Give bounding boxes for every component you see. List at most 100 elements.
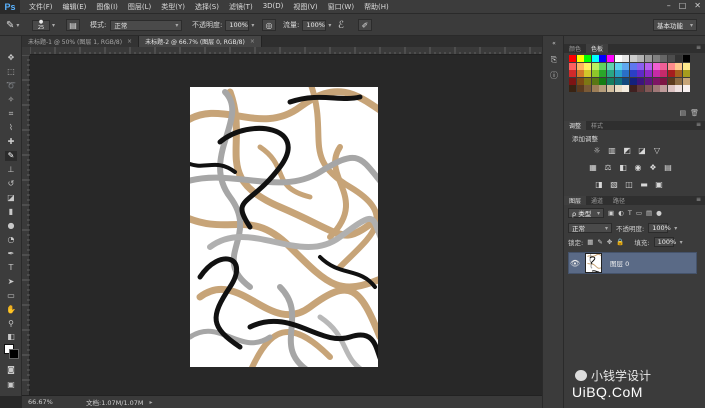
pressure-size-icon[interactable]: ✐ [358, 19, 372, 31]
eyedropper-tool-icon[interactable]: ⌇ [5, 123, 17, 133]
color-swatch[interactable] [599, 55, 607, 62]
color-swatch[interactable] [591, 62, 599, 70]
tab-layers[interactable]: 图层 [564, 196, 587, 205]
collapse-dock-icon[interactable]: « [548, 38, 560, 49]
crop-tool-icon[interactable]: ⌗ [5, 109, 17, 119]
color-swatch[interactable] [652, 77, 660, 85]
vibrance-icon[interactable]: ▽ [652, 146, 662, 155]
menu-item[interactable]: 窗口(W) [323, 2, 359, 12]
color-swatch[interactable] [599, 70, 607, 78]
canvas-area[interactable] [30, 55, 542, 395]
color-swatch[interactable] [682, 77, 690, 85]
close-button[interactable]: ✕ [694, 1, 701, 10]
color-swatch[interactable] [667, 77, 675, 85]
menu-item[interactable]: 视图(V) [288, 2, 322, 12]
color-swatch[interactable] [599, 62, 607, 70]
color-swatch[interactable] [591, 70, 599, 78]
minimize-button[interactable]: – [667, 1, 671, 10]
menu-item[interactable]: 图层(L) [123, 2, 156, 12]
color-swatch[interactable] [614, 77, 622, 85]
color-swatch[interactable] [660, 77, 668, 85]
menu-item[interactable]: 文件(F) [24, 2, 58, 12]
curves-icon[interactable]: ◩ [622, 146, 632, 155]
color-swatch[interactable] [667, 85, 675, 93]
pressure-opacity-icon[interactable]: ◎ [262, 19, 276, 31]
brush-size-picker[interactable]: ● 25 ▾ [32, 19, 55, 31]
color-swatch[interactable] [584, 70, 592, 78]
color-swatch[interactable] [569, 85, 576, 93]
color-swatch[interactable] [606, 55, 614, 62]
filter-shape-icon[interactable]: ▭ [636, 209, 642, 217]
delete-swatch-icon[interactable]: 🗑 [690, 109, 699, 117]
menu-item[interactable]: 类型(Y) [156, 2, 190, 12]
color-swatch[interactable] [652, 62, 660, 70]
layer-opacity-dropdown-icon[interactable]: ▾ [674, 225, 677, 232]
layer-opacity-input[interactable]: 100% [648, 223, 671, 233]
filter-type-icon[interactable]: T [628, 209, 632, 217]
tab-swatches[interactable]: 色板 [586, 44, 609, 53]
color-swatch[interactable] [569, 62, 576, 70]
color-swatch[interactable] [576, 62, 584, 70]
color-swatch[interactable] [675, 77, 683, 85]
color-swatch[interactable] [591, 55, 599, 62]
color-swatch[interactable] [606, 77, 614, 85]
layers-menu-icon[interactable]: ≡ [696, 196, 701, 203]
color-swatch[interactable] [576, 85, 584, 93]
lock-transparent-icon[interactable]: ▦ [587, 238, 593, 246]
healing-brush-tool-icon[interactable]: ✚ [5, 137, 17, 147]
color-swatch[interactable] [637, 70, 645, 78]
color-swatch[interactable] [584, 55, 592, 62]
color-swatch[interactable] [682, 55, 690, 62]
properties-panel-icon[interactable]: ⓘ [548, 70, 560, 81]
lock-all-icon[interactable]: 🔒 [616, 238, 624, 246]
brush-tool-icon[interactable]: ✎ ▾ [6, 19, 19, 31]
color-swatch[interactable] [622, 70, 630, 78]
color-swatch[interactable] [637, 77, 645, 85]
color-swatch[interactable] [599, 77, 607, 85]
color-swatch[interactable] [622, 85, 630, 93]
color-swatch[interactable] [629, 77, 637, 85]
threshold-icon[interactable]: ◫ [624, 180, 634, 189]
color-swatch[interactable] [660, 62, 668, 70]
color-swatch[interactable] [606, 62, 614, 70]
brightness-contrast-icon[interactable]: ☼ [592, 146, 602, 155]
layer-kind-filter[interactable]: ρ 类型 ▾ [568, 208, 604, 218]
color-swatch[interactable] [682, 85, 690, 93]
color-swatch[interactable] [682, 62, 690, 70]
color-swatch[interactable] [569, 55, 576, 62]
document-info[interactable]: 文档:1.07M/1.07M [86, 397, 144, 407]
color-swatch[interactable] [576, 70, 584, 78]
color-swatch[interactable] [614, 85, 622, 93]
color-swatch[interactable] [606, 70, 614, 78]
color-swatch[interactable] [675, 70, 683, 78]
brush-tool-icon[interactable]: ✎ [5, 151, 17, 161]
color-swatch[interactable] [614, 62, 622, 70]
menu-item[interactable]: 图像(I) [91, 2, 123, 12]
filter-adjustment-icon[interactable]: ◐ [618, 209, 624, 217]
marquee-tool-icon[interactable]: ⬚ [5, 67, 17, 77]
tab-adjustments[interactable]: 调整 [564, 121, 587, 130]
color-swatch[interactable] [644, 70, 652, 78]
lock-position-icon[interactable]: ✥ [607, 238, 612, 246]
color-swatch[interactable] [576, 77, 584, 85]
eraser-tool-icon[interactable]: ◪ [5, 193, 17, 203]
mode-select[interactable]: 正常 ▾ [110, 19, 183, 31]
tab-color[interactable]: 颜色 [564, 44, 586, 53]
color-swatch[interactable] [576, 55, 584, 62]
color-swatch[interactable] [584, 62, 592, 70]
opacity-dropdown-icon[interactable]: ▾ [251, 22, 254, 29]
close-tab-icon[interactable]: × [127, 38, 132, 45]
background-color-swatch[interactable] [9, 349, 19, 359]
color-swatch[interactable] [599, 85, 607, 93]
color-swatch[interactable] [675, 85, 683, 93]
color-swatch[interactable] [569, 70, 576, 78]
history-panel-icon[interactable]: ⎘ [548, 54, 560, 65]
menu-item[interactable]: 滤镜(T) [224, 2, 258, 12]
color-swatch[interactable] [629, 55, 637, 62]
color-swatch[interactable] [652, 85, 660, 93]
fill-input[interactable]: 100% [653, 237, 676, 247]
exposure-icon[interactable]: ◪ [637, 146, 647, 155]
blur-tool-icon[interactable]: ● [5, 221, 17, 231]
opacity-input[interactable]: 100% [225, 19, 250, 31]
gradient-tool-icon[interactable]: ▮ [5, 207, 17, 217]
